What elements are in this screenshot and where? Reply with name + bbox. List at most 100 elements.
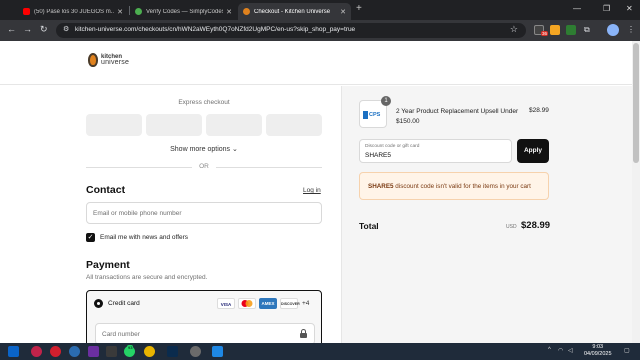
scrollbar-thumb[interactable] (633, 43, 639, 163)
kitchen-universe-logo[interactable]: kitchen universe (88, 53, 129, 67)
logo-text: kitchen universe (101, 54, 129, 66)
alert-message: discount code isn't valid for the items … (393, 183, 531, 190)
forward-icon[interactable]: → (23, 24, 32, 34)
settings-gear-icon[interactable] (190, 346, 201, 357)
express-pay-button-1[interactable] (86, 114, 142, 136)
mastercard-icon (238, 298, 256, 309)
opera-icon[interactable] (50, 346, 61, 357)
payment-heading: Payment (86, 259, 130, 271)
express-pay-button-4[interactable] (266, 114, 322, 136)
app-icon-purple[interactable] (88, 346, 99, 357)
maximize-button[interactable]: ❐ (603, 4, 610, 13)
checkout-main: Express checkout Show more options ⌄ OR … (0, 86, 341, 343)
apply-button[interactable]: Apply (517, 139, 549, 163)
tab-title: Checkout - Kitchen Universe (254, 8, 331, 15)
visa-icon: VISA (217, 298, 235, 309)
logo-mark-icon (88, 53, 98, 67)
bookmark-star-icon[interactable]: ☆ (510, 24, 518, 35)
youtube-icon (23, 8, 30, 15)
credit-card-radio[interactable] (94, 299, 103, 308)
show-more-label: Show more options (170, 146, 231, 153)
simplycodes-extension-icon[interactable] (550, 25, 560, 35)
logo-line2: universe (101, 59, 130, 66)
contact-heading: Contact (86, 184, 126, 196)
tab-checkout[interactable]: Checkout - Kitchen Universe ✕ (238, 3, 351, 20)
minimize-button[interactable]: — (573, 4, 581, 13)
extension-icon-green[interactable] (566, 25, 576, 35)
app-icon-blue[interactable] (212, 346, 223, 357)
reload-icon[interactable]: ↻ (40, 24, 48, 35)
email-placeholder: Email or mobile phone number (93, 210, 182, 217)
profile-avatar[interactable] (607, 24, 619, 36)
close-icon[interactable]: ✕ (340, 8, 346, 16)
wifi-icon[interactable]: ◠ (558, 347, 563, 354)
close-icon[interactable]: ✕ (117, 8, 123, 16)
browser-toolbar: ← → ↻ ⚙ kitchen-universe.com/checkouts/c… (0, 20, 640, 41)
login-link[interactable]: Log in (303, 187, 321, 194)
page-scrollbar[interactable] (632, 41, 640, 343)
extensions-puzzle-icon[interactable]: ⧉ (584, 25, 590, 35)
thumb-text: CPS (369, 112, 381, 118)
system-clock[interactable]: 9:03 04/09/2025 (584, 344, 612, 358)
photoshop-icon[interactable] (167, 346, 178, 357)
email-offers-checkbox[interactable]: ✓ (86, 233, 95, 242)
credit-card-option[interactable]: Credit card VISA AMEX DISCOVER +4 Card n… (86, 290, 322, 343)
express-pay-button-3[interactable] (206, 114, 262, 136)
opera-gx-icon[interactable] (31, 346, 42, 357)
clock-time: 9:03 (592, 344, 604, 350)
url-text[interactable]: kitchen-universe.com/checkouts/cn/hWN2aW… (75, 26, 355, 33)
tab-title: Verify Codes — SimplyCodes (146, 8, 224, 15)
address-bar[interactable]: ⚙ kitchen-universe.com/checkouts/cn/hWN2… (56, 23, 526, 38)
card-number-placeholder: Card number (102, 331, 140, 338)
discount-code-field[interactable]: Discount code or gift card SHARE5 (359, 139, 512, 163)
browser-app-icon[interactable] (69, 346, 80, 357)
email-offers-row[interactable]: ✓ Email me with news and offers (86, 233, 188, 242)
extension-badge: 36 (541, 31, 549, 36)
volume-icon[interactable]: ◁ (568, 347, 573, 354)
site-info-icon[interactable]: ⚙ (63, 25, 69, 33)
or-text: OR (199, 163, 209, 170)
amex-icon: AMEX (259, 298, 277, 309)
total-currency: USD (506, 224, 517, 230)
discount-field-label: Discount code or gift card (365, 144, 420, 149)
browser-tab-strip: (50) Pasé los 30 JUEGOS m... ✕ Verify Co… (0, 0, 640, 20)
chrome-menu-icon[interactable]: ⋮ (627, 25, 635, 34)
checkout-page: kitchen universe Express checkout Show m… (0, 41, 640, 343)
new-tab-button[interactable]: + (356, 3, 362, 14)
simplycodes-icon (135, 8, 142, 15)
chrome-icon[interactable] (144, 346, 155, 357)
notifications-icon[interactable]: ▢ (624, 347, 630, 354)
discount-field-value[interactable]: SHARE5 (365, 152, 391, 159)
credit-card-label: Credit card (108, 300, 140, 307)
window-close-button[interactable]: ✕ (626, 4, 633, 13)
back-icon[interactable]: ← (7, 24, 16, 34)
email-offers-label: Email me with news and offers (100, 234, 189, 241)
product-title: 2 Year Product Replacement Upsell Under … (396, 108, 519, 125)
quantity-badge: 1 (381, 96, 391, 106)
card-number-field[interactable]: Card number (95, 323, 315, 343)
total-value: $28.99 (521, 220, 551, 231)
whatsapp-badge: 93 (127, 345, 134, 350)
tray-chevron-icon[interactable]: ^ (548, 347, 551, 353)
discount-error-alert: SHARE5 discount code isn't valid for the… (359, 172, 549, 200)
more-cards-count: +4 (302, 300, 310, 307)
tab-youtube[interactable]: (50) Pasé los 30 JUEGOS m... ✕ (18, 3, 128, 20)
express-pay-button-2[interactable] (146, 114, 202, 136)
tab-simplycodes[interactable]: Verify Codes — SimplyCodes ✕ (130, 3, 237, 20)
kitchen-universe-icon (243, 8, 250, 15)
show-more-options-button[interactable]: Show more options ⌄ (86, 145, 322, 153)
email-field[interactable]: Email or mobile phone number (86, 202, 322, 224)
discover-icon: DISCOVER (280, 298, 300, 309)
payment-subtitle: All transactions are secure and encrypte… (86, 274, 208, 281)
product-price: $28.99 (529, 107, 549, 114)
alert-code: SHARE5 (368, 183, 394, 190)
shop-header: kitchen universe (0, 41, 632, 85)
windows-start-icon[interactable] (8, 346, 19, 357)
tab-title: (50) Pasé los 30 JUEGOS m... (34, 8, 115, 15)
close-icon[interactable]: ✕ (226, 8, 232, 16)
windows-taskbar: 93 ^ ◠ ◁ 9:03 04/09/2025 ▢ (0, 343, 640, 360)
or-divider: OR (86, 163, 322, 171)
cps-logo-icon: CPS (363, 111, 384, 119)
app-icon-dark[interactable] (106, 346, 117, 357)
order-summary: CPS 1 2 Year Product Replacement Upsell … (341, 86, 632, 343)
